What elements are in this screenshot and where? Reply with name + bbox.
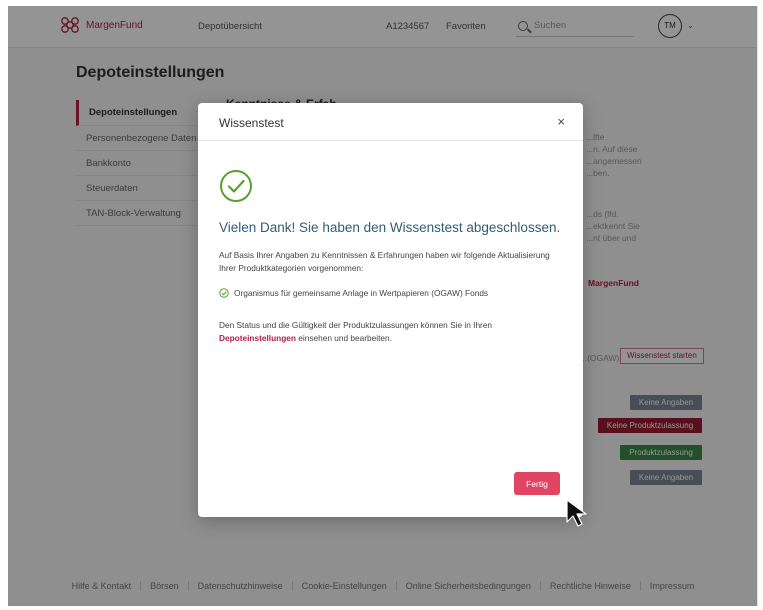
close-icon[interactable]: ×: [557, 114, 565, 129]
small-check-icon: [219, 288, 229, 298]
depoteinstellungen-link[interactable]: Depoteinstellungen: [219, 333, 296, 343]
status-info-text: Den Status und die Gültigkeit der Produk…: [219, 320, 493, 343]
dialog-header: Wissenstest ×: [198, 103, 583, 141]
product-category-item: Organismus für gemeinsame Anlage in Wert…: [219, 288, 488, 298]
dialog-heading: Vielen Dank! Sie haben den Wissenstest a…: [219, 220, 561, 235]
finish-button[interactable]: Fertig: [514, 472, 560, 495]
success-check-icon: [220, 170, 252, 202]
dialog-title: Wissenstest: [219, 116, 284, 130]
knowledge-test-dialog: Wissenstest × Vielen Dank! Sie haben den…: [198, 103, 583, 517]
dialog-body-text: Auf Basis Ihrer Angaben zu Kenntnissen &…: [219, 250, 550, 273]
mouse-cursor-icon: [566, 499, 587, 527]
product-category-label: Organismus für gemeinsame Anlage in Wert…: [234, 288, 489, 298]
